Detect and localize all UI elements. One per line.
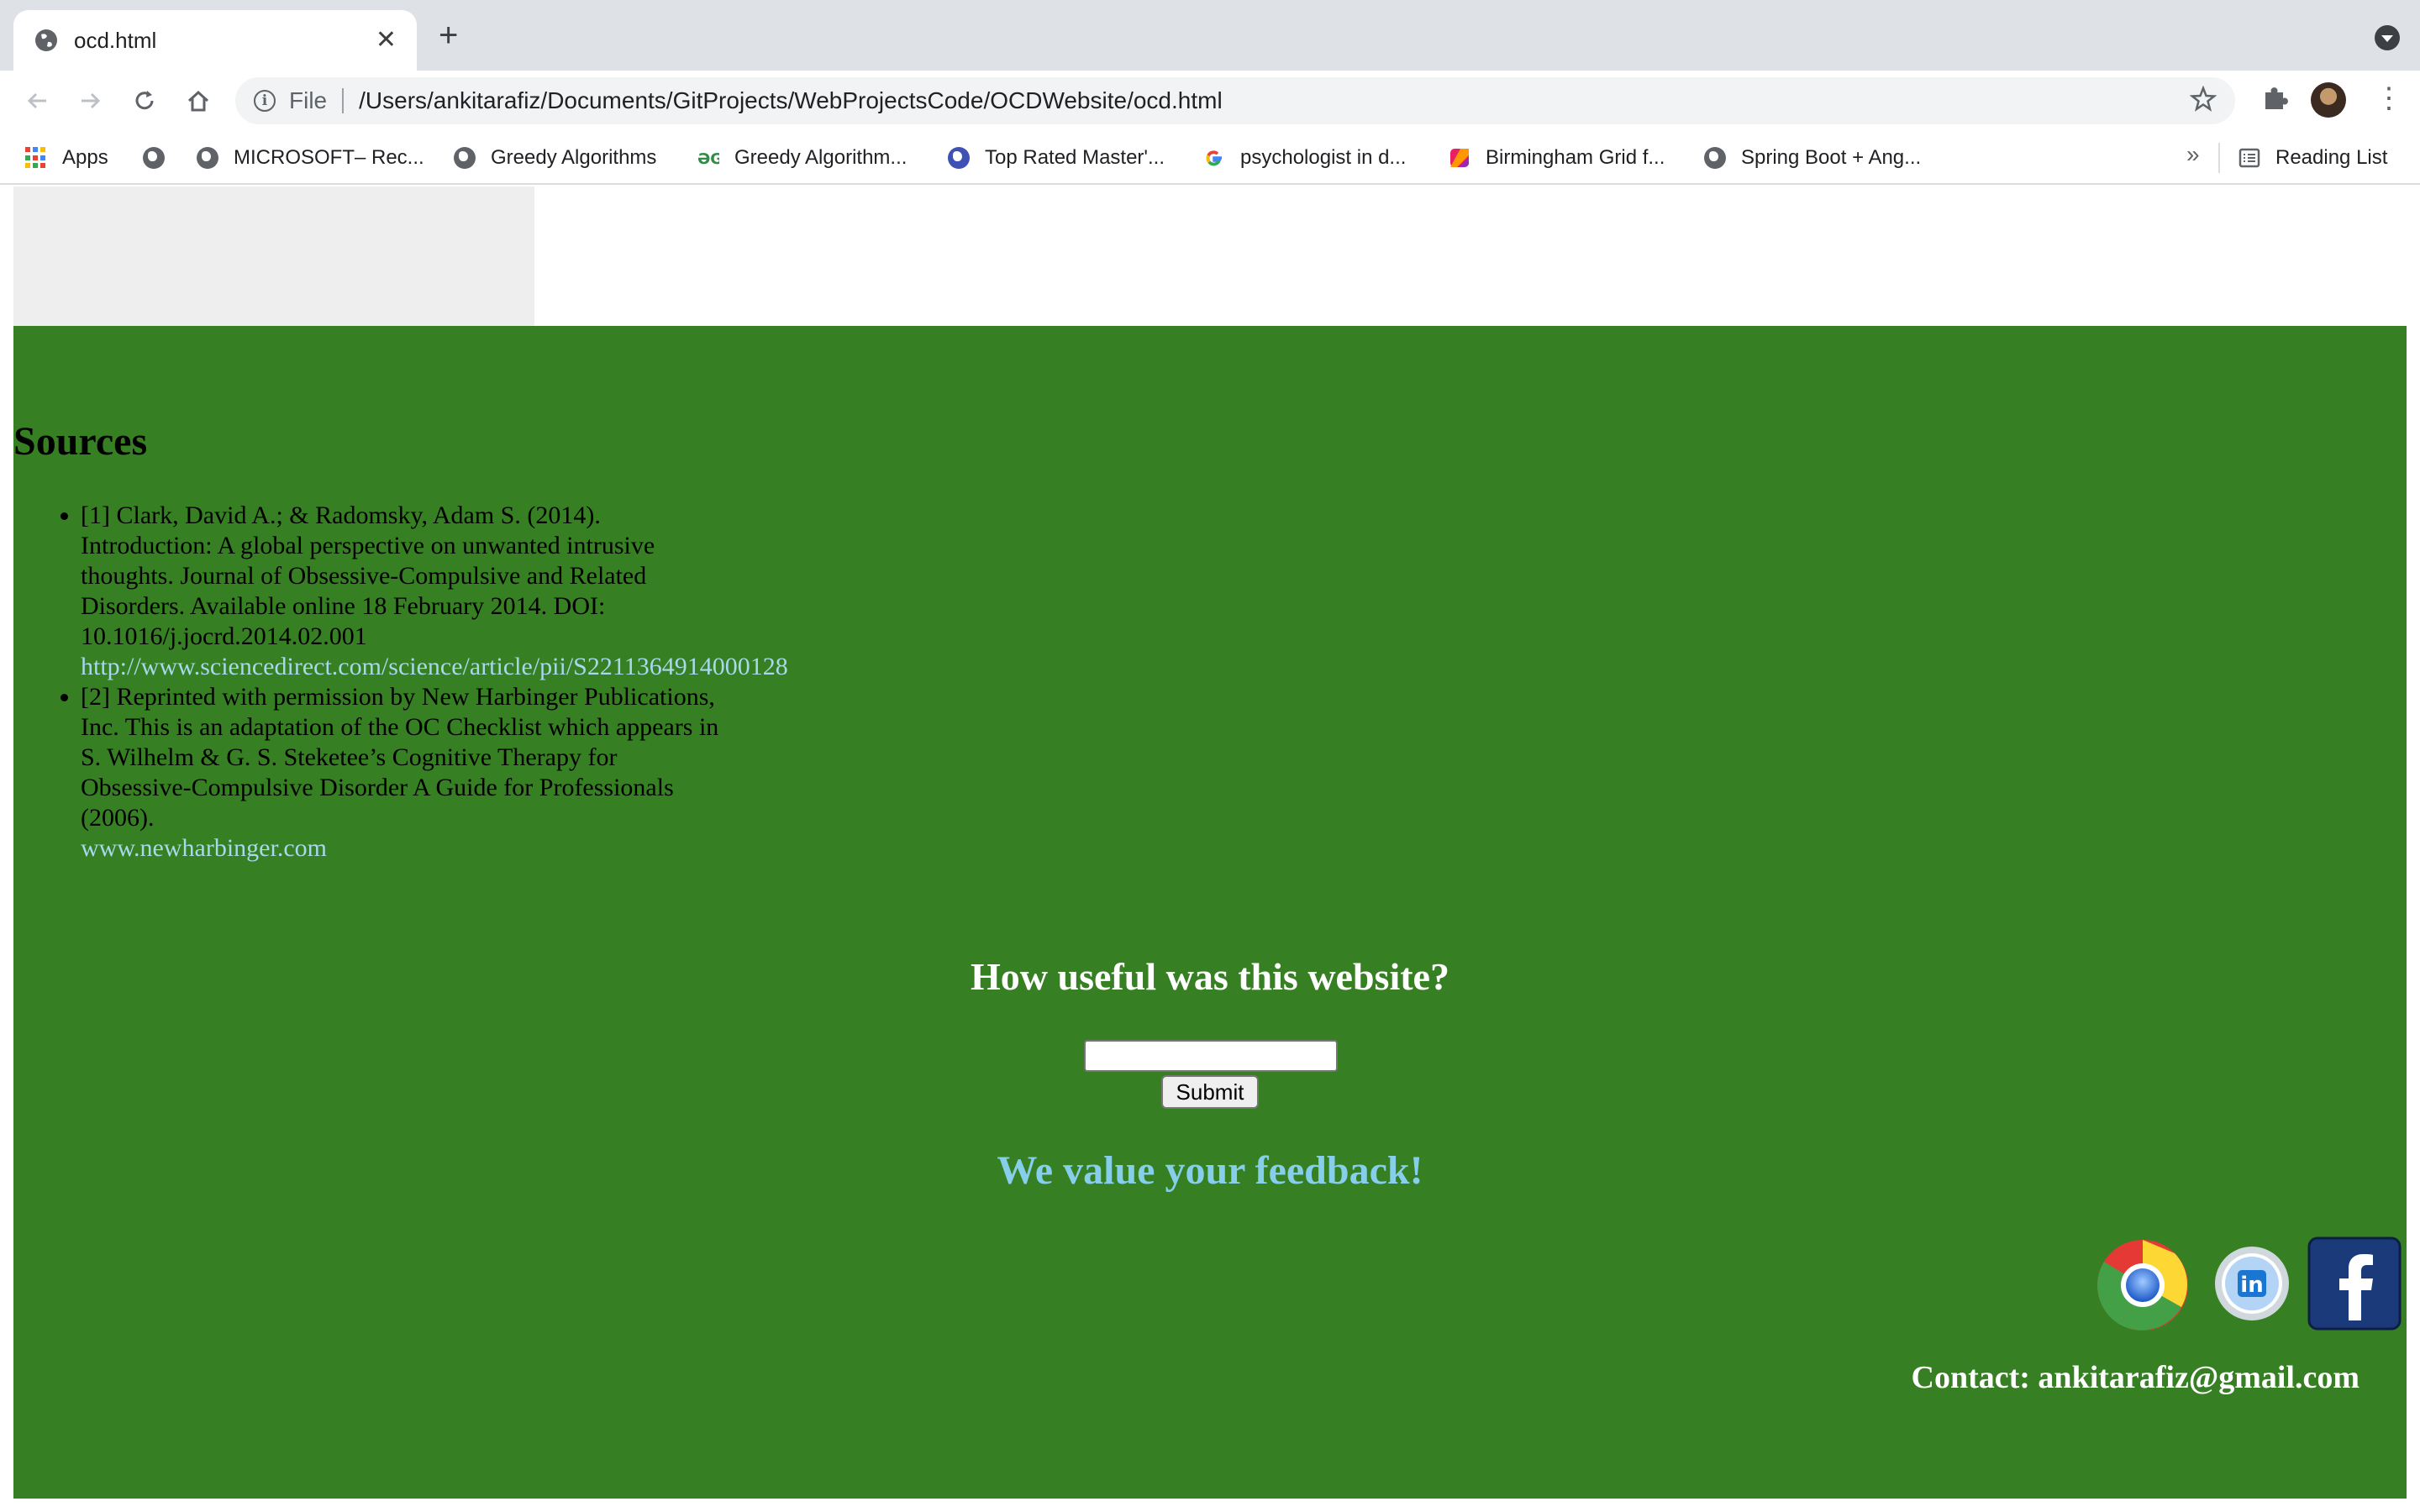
source-text: [2] Reprinted with permission by New Har… bbox=[81, 683, 719, 832]
bookmark-top-rated-master[interactable]: Top Rated Master'... bbox=[948, 143, 1165, 173]
sources-list: [1] Clark, David A.; & Radomsky, Adam S.… bbox=[47, 501, 788, 864]
colorful-icon bbox=[1450, 149, 1469, 167]
submit-button[interactable]: Submit bbox=[1161, 1075, 1259, 1109]
feedback-tagline: We value your feedback! bbox=[997, 1148, 1423, 1193]
bookmark-star-icon[interactable] bbox=[2190, 86, 2217, 113]
bookmark-microsoft[interactable]: MICROSOFT– Rec... bbox=[197, 143, 424, 173]
bookmarks-overflow-button[interactable]: » bbox=[2186, 141, 2200, 168]
bookmark-label: Greedy Algorithms bbox=[491, 146, 657, 169]
contact-info: Contact: ankitarafiz@gmail.com bbox=[1911, 1360, 2360, 1395]
page-viewport: Sources [1] Clark, David A.; & Radomsky,… bbox=[0, 185, 2420, 1512]
feedback-heading: How useful was this website? bbox=[971, 955, 1449, 998]
tab-search-icon[interactable] bbox=[2375, 25, 2400, 50]
close-tab-icon[interactable]: ✕ bbox=[376, 28, 397, 53]
bookmark-spring-boot[interactable]: Spring Boot + Ang... bbox=[1704, 143, 1921, 173]
apps-grid-icon bbox=[25, 147, 47, 169]
globe-icon bbox=[143, 147, 165, 169]
tab-strip: ocd.html ✕ + bbox=[0, 0, 2420, 71]
reload-icon bbox=[135, 91, 154, 110]
source-item: [2] Reprinted with permission by New Har… bbox=[81, 682, 719, 864]
reading-list-button[interactable]: Reading List bbox=[2238, 143, 2387, 173]
bookmark-label: Greedy Algorithm... bbox=[734, 146, 908, 169]
extensions-puzzle-icon[interactable] bbox=[2260, 82, 2291, 113]
globe-icon bbox=[948, 147, 970, 169]
source-item: [1] Clark, David A.; & Radomsky, Adam S.… bbox=[81, 501, 788, 682]
reading-list-icon bbox=[2238, 148, 2260, 168]
bookmarks-divider bbox=[2218, 143, 2220, 173]
source-link[interactable]: http://www.sciencedirect.com/science/art… bbox=[81, 653, 788, 680]
chrome-icon[interactable] bbox=[2094, 1236, 2191, 1334]
reload-button[interactable] bbox=[126, 82, 163, 119]
bookmark-greedy-algorithm-gfg[interactable]: ƏG Greedy Algorithm... bbox=[697, 143, 907, 173]
bookmark-apps[interactable]: Apps bbox=[25, 143, 108, 173]
bookmarks-bar: Apps MICROSOFT– Rec... Greedy Algorithms… bbox=[0, 131, 2420, 185]
linkedin-icon[interactable]: in bbox=[2212, 1236, 2292, 1334]
sources-heading: Sources bbox=[13, 419, 148, 464]
tab-ocd[interactable]: ocd.html ✕ bbox=[13, 10, 417, 71]
bookmark-label: MICROSOFT– Rec... bbox=[234, 146, 424, 169]
bookmark-label: psychologist in d... bbox=[1240, 146, 1407, 169]
globe-icon bbox=[454, 147, 476, 169]
bookmark-label: Birmingham Grid f... bbox=[1486, 146, 1665, 169]
grey-placeholder-block bbox=[13, 186, 534, 326]
globe-icon bbox=[1704, 147, 1726, 169]
svg-text:ƏG: ƏG bbox=[697, 150, 719, 168]
source-text: [1] Clark, David A.; & Radomsky, Adam S.… bbox=[81, 501, 655, 650]
feedback-input[interactable] bbox=[1084, 1040, 1338, 1072]
bookmark-psychologist[interactable]: psychologist in d... bbox=[1203, 143, 1406, 173]
browser-menu-icon[interactable]: ⋮ bbox=[2375, 84, 2403, 113]
arrow-left-icon bbox=[27, 92, 46, 109]
back-button[interactable] bbox=[18, 82, 55, 119]
browser-toolbar: i File /Users/ankitarafiz/Documents/GitP… bbox=[0, 71, 2420, 131]
bookmark-birmingham-grid[interactable]: Birmingham Grid f... bbox=[1449, 143, 1665, 173]
arrow-right-icon bbox=[82, 92, 101, 109]
google-icon bbox=[1206, 150, 1222, 166]
bookmark-label: Spring Boot + Ang... bbox=[1741, 146, 1922, 169]
address-separator bbox=[342, 88, 345, 113]
forward-button[interactable] bbox=[72, 82, 109, 119]
facebook-icon[interactable] bbox=[2307, 1236, 2402, 1331]
geeksforgeeks-icon: ƏG bbox=[697, 150, 719, 168]
tab-title: ocd.html bbox=[74, 27, 157, 53]
bookmark-label: Apps bbox=[62, 146, 108, 169]
bookmark-label: Top Rated Master'... bbox=[985, 146, 1165, 169]
source-link[interactable]: www.newharbinger.com bbox=[81, 834, 327, 862]
address-url[interactable]: /Users/ankitarafiz/Documents/GitProjects… bbox=[359, 87, 1223, 114]
svg-text:in: in bbox=[2240, 1273, 2263, 1298]
bookmark-globe[interactable] bbox=[143, 143, 180, 173]
address-bar[interactable]: i File /Users/ankitarafiz/Documents/GitP… bbox=[235, 77, 2235, 124]
home-icon bbox=[187, 90, 209, 112]
address-scheme: File bbox=[289, 87, 328, 113]
globe-icon bbox=[35, 29, 57, 51]
footer-section: Sources [1] Clark, David A.; & Radomsky,… bbox=[13, 326, 2407, 1499]
profile-avatar[interactable] bbox=[2311, 82, 2346, 118]
home-button[interactable] bbox=[180, 82, 217, 119]
new-tab-button[interactable]: + bbox=[439, 18, 458, 52]
reading-list-label: Reading List bbox=[2275, 146, 2388, 169]
bookmark-greedy-algorithms[interactable]: Greedy Algorithms bbox=[454, 143, 656, 173]
info-icon[interactable]: i bbox=[254, 90, 276, 112]
globe-icon bbox=[197, 147, 218, 169]
